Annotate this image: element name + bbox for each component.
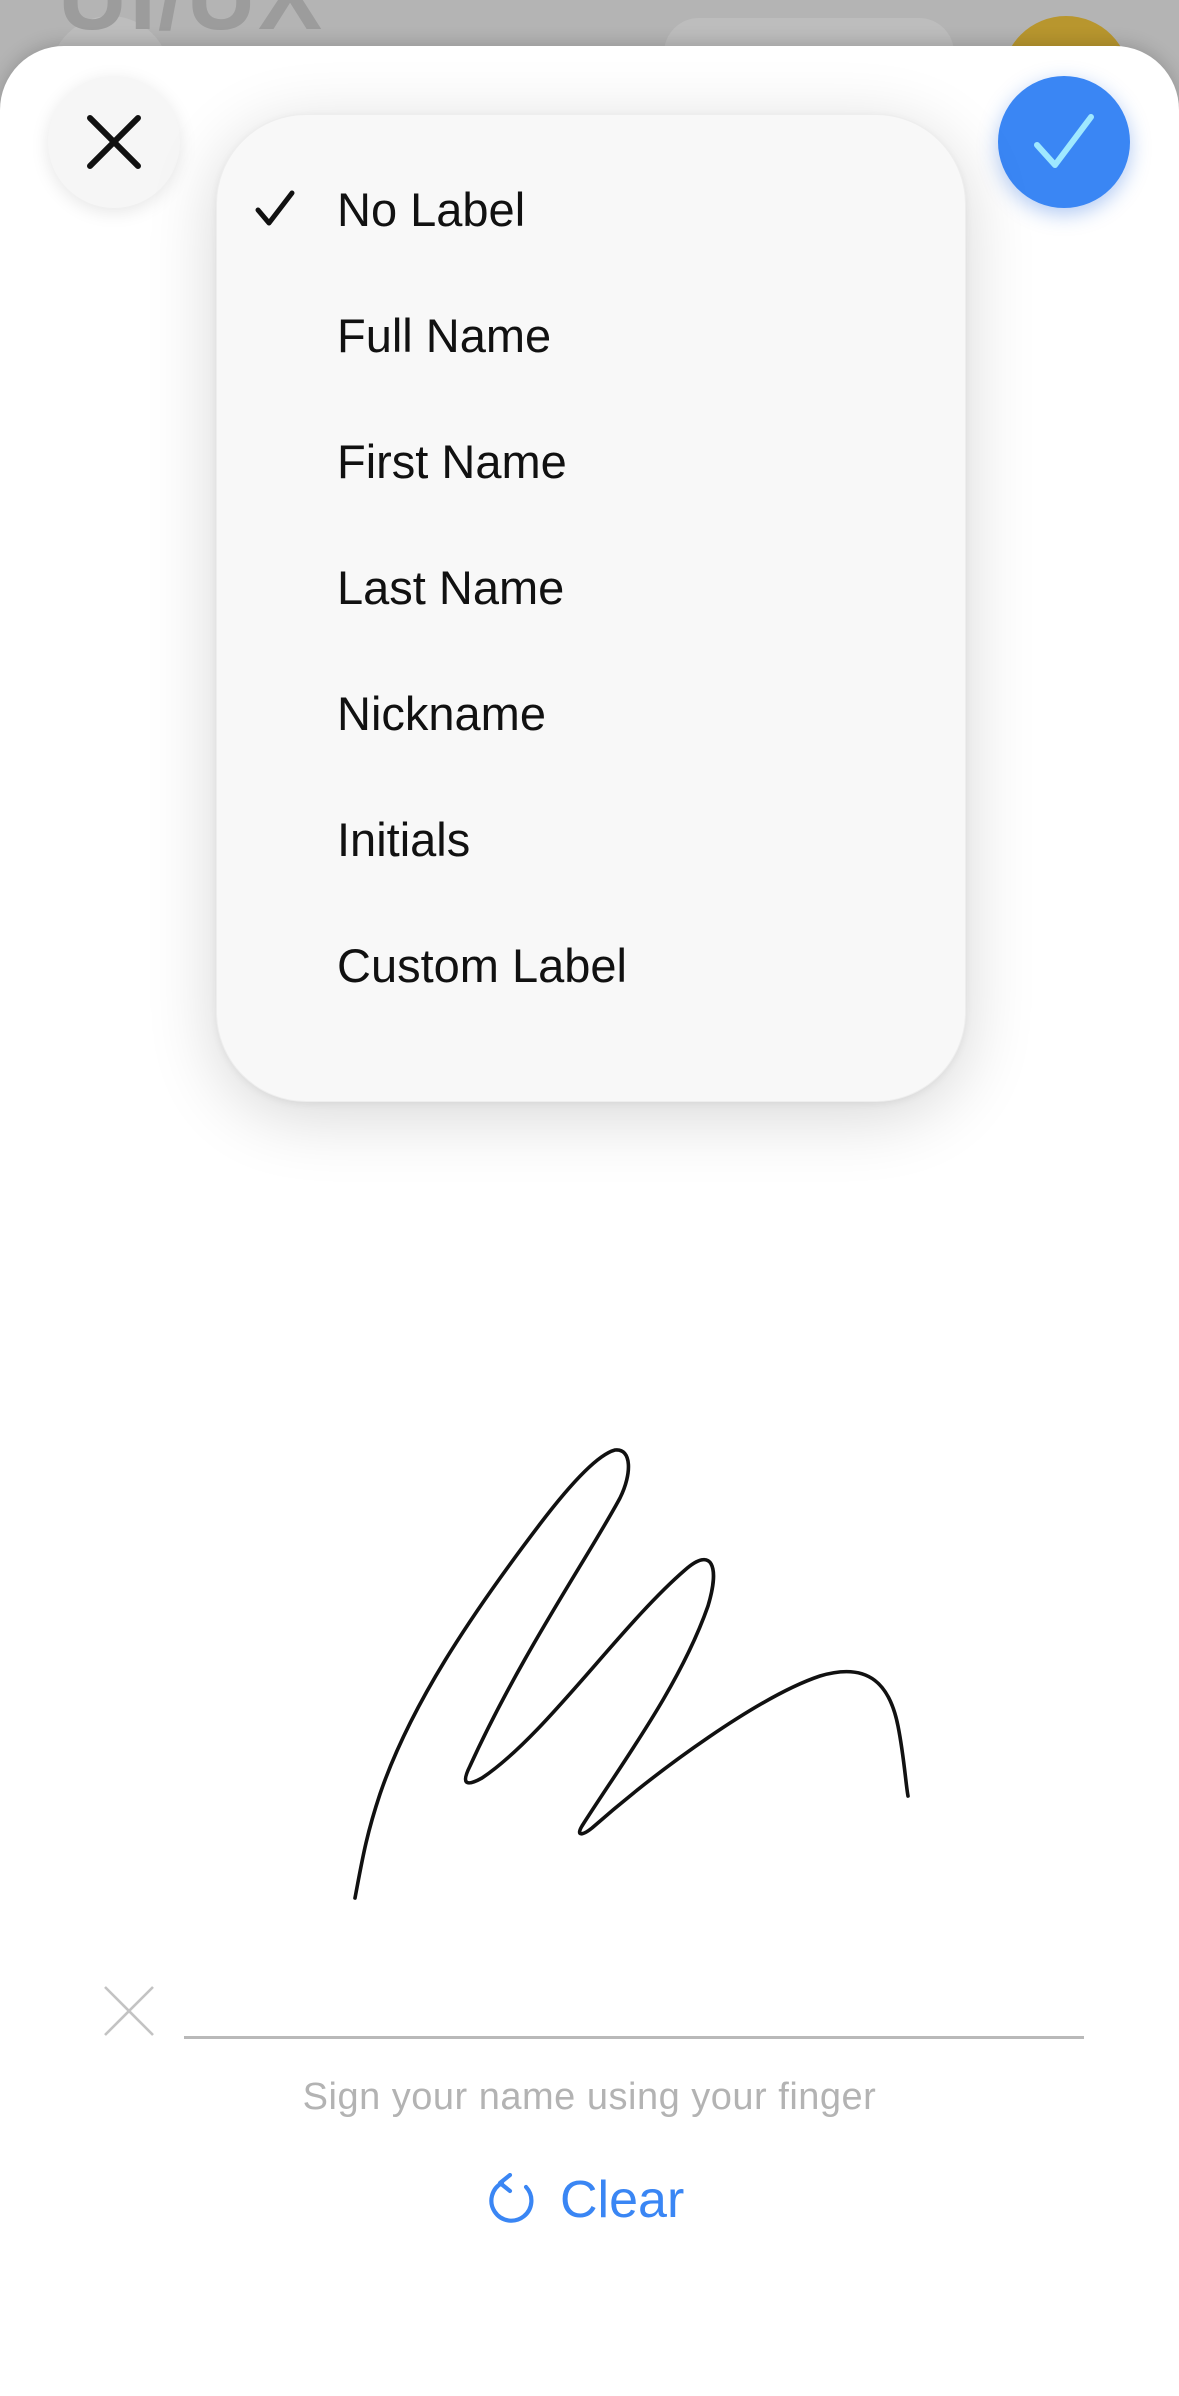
signature-baseline: [184, 2036, 1084, 2039]
confirm-button[interactable]: [998, 76, 1130, 208]
menu-item-last-name[interactable]: Last Name: [217, 533, 965, 643]
undo-arrow-icon: [489, 2173, 534, 2223]
signature-x-mark-icon: [104, 1986, 154, 2036]
menu-item-label: First Name: [337, 435, 567, 488]
clear-button[interactable]: Clear: [488, 2160, 684, 2240]
signature-hint: Sign your name using your finger: [302, 2076, 877, 2118]
checkmark-icon: [1034, 114, 1094, 168]
clear-label: Clear: [560, 2171, 685, 2229]
background-title: UI/UX: [58, 0, 324, 52]
menu-item-label: Custom Label: [337, 939, 627, 992]
close-button[interactable]: [48, 76, 180, 208]
close-icon: [87, 115, 141, 169]
menu-item-label: Nickname: [337, 687, 546, 740]
menu-item-label: Last Name: [337, 561, 565, 614]
screen: UI/UX Sign your name using your finger: [0, 0, 1179, 2396]
menu-item-label: No Label: [337, 183, 526, 236]
menu-item-label: Full Name: [337, 309, 552, 362]
menu-item-first-name[interactable]: First Name: [217, 407, 965, 517]
menu-item-custom-label[interactable]: Custom Label: [217, 911, 965, 1021]
menu-item-label: Initials: [337, 813, 471, 866]
menu-item-nickname[interactable]: Nickname: [217, 659, 965, 769]
menu-item-full-name[interactable]: Full Name: [217, 281, 965, 391]
checkmark-icon: [255, 190, 295, 226]
menu-item-initials[interactable]: Initials: [217, 785, 965, 895]
label-dropdown-menu: No Label Full Name First Name Last Name …: [216, 114, 966, 1102]
menu-item-no-label[interactable]: No Label: [217, 155, 965, 265]
